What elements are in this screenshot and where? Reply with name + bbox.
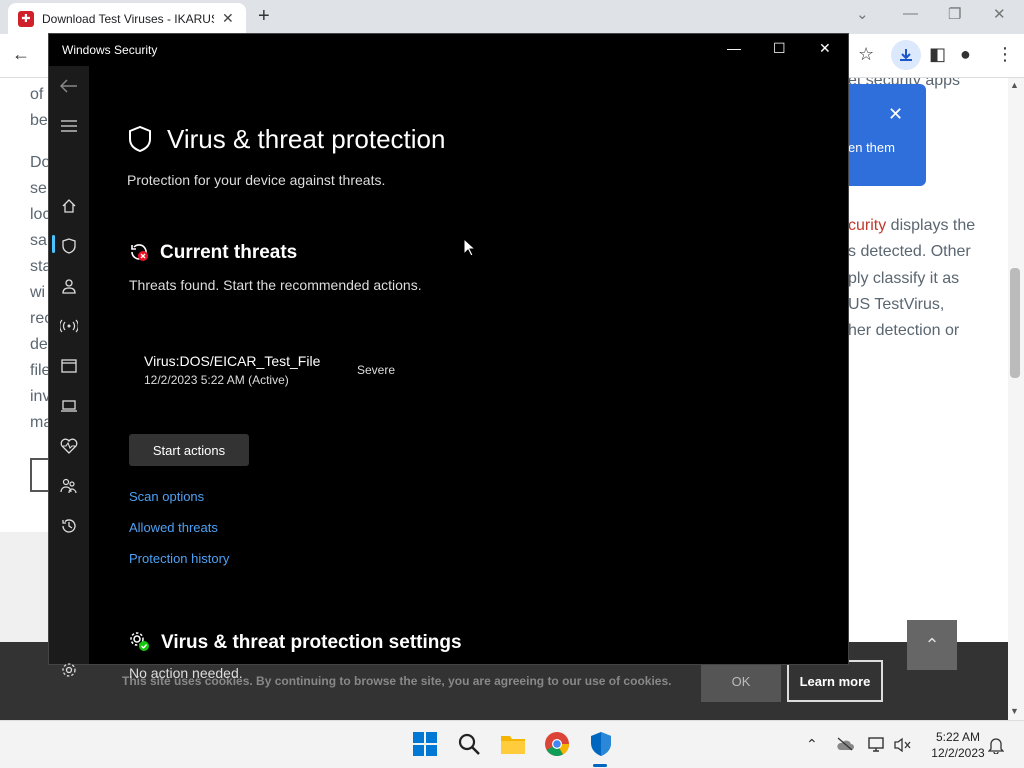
threat-name[interactable]: Virus:DOS/EICAR_Test_File	[144, 353, 320, 369]
page-title: Virus & threat protection	[167, 124, 446, 154]
network-monitor-icon[interactable]	[868, 737, 886, 753]
back-to-top-button[interactable]: ⌃	[907, 620, 957, 670]
back-arrow-icon[interactable]	[59, 76, 79, 96]
ws-nav-rail	[49, 66, 89, 677]
download-icon[interactable]	[891, 40, 921, 70]
page-text-line: curity displays the	[848, 217, 976, 234]
download-popup: ✕ en them	[848, 84, 926, 186]
settings-gear-icon[interactable]	[59, 660, 79, 680]
download-popup-text: en them	[848, 140, 895, 155]
ws-main-content: Virus & threat protection Protection for…	[89, 66, 848, 681]
scrollbar-thumb[interactable]	[1010, 268, 1020, 378]
settings-section-title: Virus & threat protection settings	[161, 632, 462, 653]
restore-browser-icon[interactable]: ❐	[948, 5, 961, 23]
page-button-edge[interactable]	[30, 458, 50, 492]
home-icon[interactable]	[59, 196, 79, 216]
threat-severity: Severe	[357, 363, 396, 377]
scroll-down-icon[interactable]: ▼	[1010, 706, 1019, 716]
profile-icon[interactable]: ●	[960, 44, 971, 65]
clock-date: 12/2/2023	[931, 746, 985, 760]
minimize-browser-icon[interactable]: —	[903, 5, 918, 22]
page-text-line: US TestVirus,	[848, 296, 945, 313]
firewall-network-icon[interactable]	[59, 316, 79, 336]
settings-gear-check-icon	[130, 632, 149, 651]
threat-date: 12/2/2023 5:22 AM (Active)	[144, 373, 289, 387]
page-text-line: s detected. Other	[848, 243, 971, 260]
windows-taskbar: ⌃ 5:22 AM 12/2/2023	[0, 720, 1024, 768]
settings-section-text: No action needed.	[129, 665, 243, 681]
search-icon[interactable]	[456, 731, 482, 757]
device-security-laptop-icon[interactable]	[59, 396, 79, 416]
mouse-cursor-icon	[463, 238, 475, 257]
onedrive-cloud-icon[interactable]	[836, 737, 854, 751]
protection-history-link[interactable]: Protection history	[129, 551, 229, 566]
start-windows-icon[interactable]	[412, 731, 438, 757]
current-threats-text: Threats found. Start the recommended act…	[129, 277, 422, 293]
allowed-threats-link[interactable]: Allowed threats	[129, 520, 218, 535]
ws-minimize-icon[interactable]: —	[727, 40, 741, 56]
page-subtitle: Protection for your device against threa…	[127, 172, 386, 188]
page-text-line: be	[30, 112, 48, 129]
ws-close-icon[interactable]: ✕	[819, 40, 831, 57]
app-browser-control-icon[interactable]	[59, 356, 79, 376]
shield-heading-icon	[129, 125, 151, 153]
start-actions-button[interactable]: Start actions	[129, 434, 249, 466]
side-panel-icon[interactable]: ◧	[929, 44, 946, 65]
page-text-line: of	[30, 86, 44, 103]
notification-bell-icon[interactable]	[988, 736, 1004, 754]
hamburger-menu-icon[interactable]	[59, 116, 79, 136]
device-health-heart-icon[interactable]	[59, 436, 79, 456]
close-popup-icon[interactable]: ✕	[888, 104, 903, 125]
family-options-icon[interactable]	[59, 476, 79, 496]
close-browser-icon[interactable]: ✕	[993, 5, 1006, 23]
ws-title-bar: Windows Security — ☐ ✕	[49, 34, 848, 66]
cookie-learn-more-button[interactable]: Learn more	[787, 660, 883, 702]
browser-tab[interactable]: ✚ Download Test Viruses - IKARUS ✕	[8, 3, 246, 34]
page-text-line: se	[30, 180, 47, 197]
back-arrow-icon[interactable]: ←	[12, 44, 30, 65]
current-threats-icon	[131, 244, 148, 261]
file-explorer-icon[interactable]	[500, 731, 526, 757]
page-text-line: ply classify it as	[848, 270, 960, 287]
page-text-line: sa	[30, 232, 47, 249]
new-tab-button[interactable]: +	[258, 5, 270, 28]
windows-security-taskbar-icon[interactable]	[588, 731, 614, 757]
scroll-up-icon[interactable]: ▲	[1010, 80, 1019, 90]
shield-icon[interactable]	[59, 236, 79, 256]
ws-window-title: Windows Security	[62, 43, 158, 57]
show-hidden-icons-chevron-icon[interactable]: ⌃	[806, 736, 818, 753]
page-text-line: wi	[30, 284, 46, 301]
scan-options-link[interactable]: Scan options	[129, 489, 204, 504]
page-footer-gray	[0, 532, 48, 642]
ikarus-favicon-icon: ✚	[18, 10, 34, 27]
page-text-line: de	[30, 336, 48, 353]
active-app-indicator	[593, 764, 607, 767]
bookmark-star-icon[interactable]: ☆	[858, 44, 874, 65]
tab-search-icon[interactable]: ⌄	[856, 5, 869, 23]
system-clock[interactable]: 5:22 AM 12/2/2023	[920, 729, 996, 761]
tab-close-icon[interactable]: ✕	[222, 10, 234, 27]
menu-icon[interactable]: ⋮	[996, 44, 1014, 65]
chrome-icon[interactable]	[544, 731, 570, 757]
page-scrollbar[interactable]	[1008, 78, 1024, 720]
ws-maximize-icon[interactable]: ☐	[773, 40, 786, 57]
account-person-icon[interactable]	[59, 276, 79, 296]
current-threats-title: Current threats	[160, 242, 298, 263]
browser-tab-bar: ✚ Download Test Viruses - IKARUS ✕ + ⌄ —…	[0, 0, 1024, 34]
cookie-ok-button[interactable]: OK	[701, 660, 781, 702]
windows-security-window: Windows Security — ☐ ✕ Virus & threat pr…	[48, 33, 849, 681]
volume-muted-icon[interactable]	[894, 737, 912, 753]
page-text-line: her detection or	[848, 322, 960, 339]
protection-history-icon[interactable]	[59, 516, 79, 536]
page-link-text[interactable]: curity	[848, 217, 886, 234]
clock-time: 5:22 AM	[935, 730, 981, 744]
tab-title: Download Test Viruses - IKARUS	[42, 11, 214, 26]
nav-selection-indicator	[52, 235, 55, 253]
